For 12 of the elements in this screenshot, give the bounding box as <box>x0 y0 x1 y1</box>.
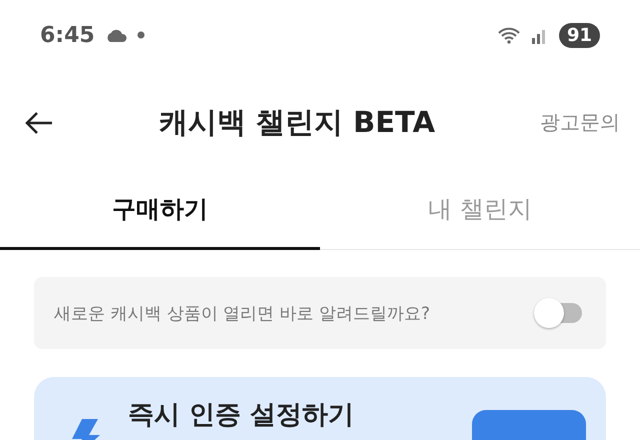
cloud-icon <box>104 28 127 42</box>
status-time: 6:45 <box>40 22 95 48</box>
card-title: 즉시 인증 설정하기 <box>128 399 356 432</box>
page-title: 캐시백 챌린지 BETA <box>158 104 436 140</box>
ad-inquiry-link[interactable]: 광고문의 <box>540 109 620 136</box>
back-arrow-icon[interactable] <box>24 110 54 134</box>
wifi-icon <box>496 26 521 44</box>
notice-text: 새로운 캐시백 상품이 열리면 바로 알려드릴까요? <box>54 302 432 324</box>
battery-level: 91 <box>558 22 600 48</box>
tab[interactable]: 내 챌린지 <box>320 175 640 250</box>
tab[interactable]: 구매하기 <box>0 175 320 250</box>
dot-icon <box>136 31 145 39</box>
